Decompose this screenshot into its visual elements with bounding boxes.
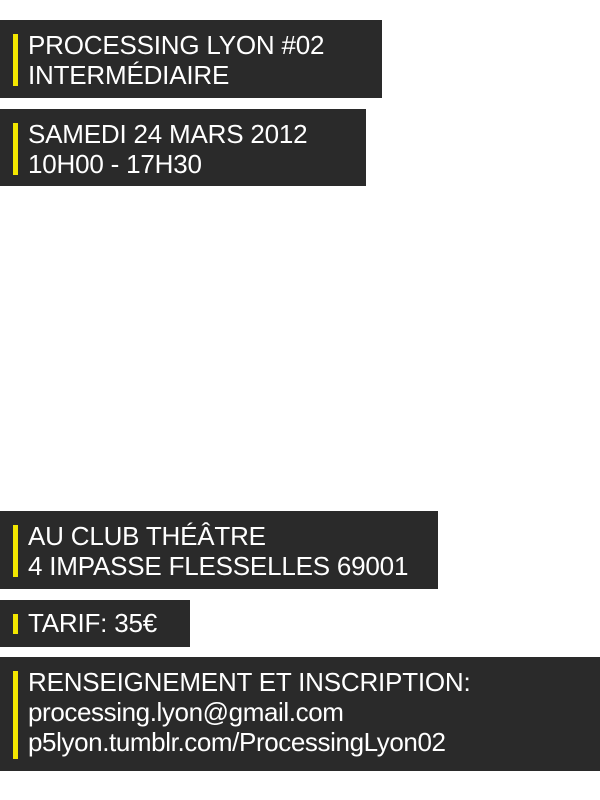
event-title-block: PROCESSING LYON #02 INTERMÉDIAIRE bbox=[0, 20, 382, 98]
event-date: SAMEDI 24 MARS 2012 bbox=[28, 119, 308, 149]
accent-bar bbox=[13, 525, 18, 577]
contact: RENSEIGNEMENT ET INSCRIPTION: processing… bbox=[28, 667, 471, 757]
event-title-line2: INTERMÉDIAIRE bbox=[28, 60, 230, 90]
venue-address: 4 IMPASSE FLESSELLES 69001 bbox=[28, 551, 409, 581]
contact-heading: RENSEIGNEMENT ET INSCRIPTION: bbox=[28, 667, 471, 697]
contact-url: p5lyon.tumblr.com/ProcessingLyon02 bbox=[28, 727, 446, 757]
price-block: TARIF: 35€ bbox=[0, 600, 190, 647]
contact-email: processing.lyon@gmail.com bbox=[28, 697, 344, 727]
contact-block: RENSEIGNEMENT ET INSCRIPTION: processing… bbox=[0, 657, 600, 771]
event-title-line1: PROCESSING LYON #02 bbox=[28, 30, 325, 60]
venue: AU CLUB THÉÂTRE 4 IMPASSE FLESSELLES 690… bbox=[28, 521, 408, 581]
venue-name: AU CLUB THÉÂTRE bbox=[28, 521, 266, 551]
accent-bar bbox=[13, 671, 18, 759]
price: TARIF: 35€ bbox=[28, 608, 157, 638]
price-label: TARIF: 35€ bbox=[28, 608, 158, 638]
venue-block: AU CLUB THÉÂTRE 4 IMPASSE FLESSELLES 690… bbox=[0, 511, 438, 589]
schedule: SAMEDI 24 MARS 2012 10H00 - 17H30 bbox=[28, 119, 308, 179]
schedule-block: SAMEDI 24 MARS 2012 10H00 - 17H30 bbox=[0, 109, 366, 186]
accent-bar bbox=[13, 614, 18, 634]
event-time: 10H00 - 17H30 bbox=[28, 149, 202, 179]
accent-bar bbox=[13, 123, 18, 175]
event-title: PROCESSING LYON #02 INTERMÉDIAIRE bbox=[28, 30, 324, 90]
accent-bar bbox=[13, 34, 18, 86]
